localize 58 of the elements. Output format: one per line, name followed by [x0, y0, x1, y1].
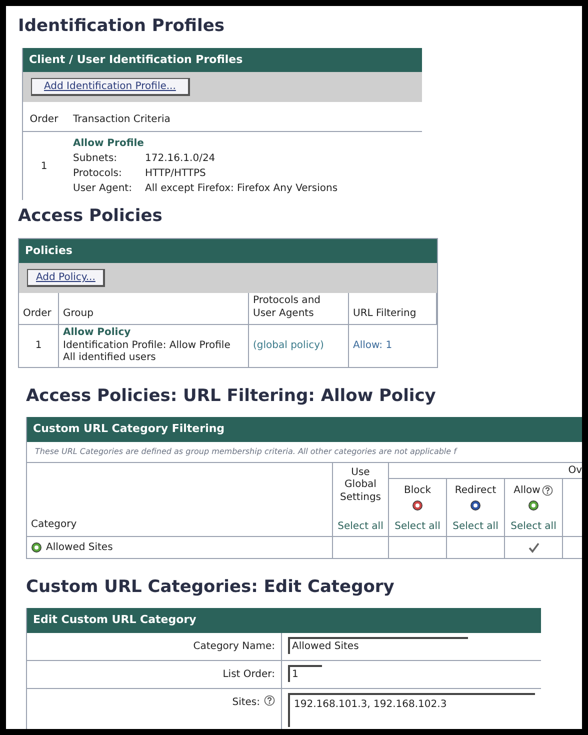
- select-all-link[interactable]: Select all: [338, 520, 384, 532]
- note-text: These URL Categories are defined as group membership criteria. All other categories are not applicable f: [27, 442, 582, 462]
- column-header: Transaction Criteria: [72, 113, 170, 127]
- order-cell: 1: [19, 325, 59, 366]
- table-cell[interactable]: [389, 536, 447, 558]
- column-group-header: Ov: [568, 464, 582, 478]
- panel-title: Policies: [19, 238, 437, 263]
- category-name: Allowed Sites: [46, 540, 113, 554]
- table-cell[interactable]: [447, 536, 505, 558]
- add-policy-button[interactable]: Add Policy...: [27, 269, 106, 287]
- column-header: Allow: [514, 484, 540, 498]
- criteria-label: Protocols:: [73, 167, 123, 181]
- list-order-field[interactable]: 1: [288, 664, 322, 682]
- criteria-label: Subnets:: [73, 152, 118, 166]
- field-label: Category Name:: [193, 640, 275, 654]
- protocols-link[interactable]: (global policy): [253, 338, 324, 354]
- section-heading: Identification Profiles: [18, 15, 226, 38]
- column-header: Order: [19, 293, 59, 325]
- panel-title: Custom URL Category Filtering: [27, 417, 582, 442]
- add-profile-button[interactable]: Add Identification Profile...: [31, 78, 190, 96]
- field-label: List Order:: [222, 668, 275, 682]
- section-heading: Custom URL Categories: Edit Category: [26, 576, 396, 598]
- column-header: Redirect: [454, 484, 496, 498]
- sites-textarea[interactable]: 192.168.101.3, 192.168.102.3: [288, 692, 535, 726]
- policy-detail: All identified users: [63, 352, 157, 364]
- policy-link[interactable]: Allow Policy: [63, 327, 244, 340]
- order-cell-text: 1: [40, 160, 48, 174]
- select-all-link[interactable]: Select all: [510, 520, 556, 532]
- table-cell[interactable]: [505, 536, 563, 558]
- column-header: Use Global Settings: [338, 466, 382, 504]
- criteria-value: 172.16.1.0/24: [145, 152, 216, 166]
- section-heading: Access Policies: [18, 205, 164, 228]
- block-icon: [412, 500, 423, 510]
- section-heading: Access Policies: URL Filtering: Allow Policy: [26, 384, 437, 408]
- criteria-label: User Agent:: [73, 182, 133, 196]
- criteria-value: All except Firefox: Firefox Any Versions: [145, 182, 338, 196]
- profile-link[interactable]: Allow Profile: [73, 136, 338, 151]
- check-icon: [528, 542, 540, 552]
- panel-title: Edit Custom URL Category: [27, 608, 541, 632]
- column-header: Category: [31, 518, 77, 532]
- help-icon[interactable]: [542, 484, 554, 496]
- column-header: Order: [28, 113, 60, 127]
- criteria-value: HTTP/HTTPS: [145, 167, 206, 181]
- redirect-icon: [470, 500, 481, 510]
- category-name-field[interactable]: Allowed Sites: [288, 636, 468, 654]
- allow-icon: [31, 542, 42, 552]
- column-header: Protocols and User Agents: [249, 293, 349, 325]
- column-header: Block: [404, 484, 432, 498]
- policy-detail: Identification Profile: Allow Profile: [63, 340, 232, 352]
- field-label: Sites:: [232, 696, 260, 710]
- help-icon[interactable]: [264, 694, 275, 706]
- column-header: Group: [59, 293, 249, 325]
- allow-icon: [528, 500, 539, 510]
- url-filtering-link[interactable]: Allow: 1: [353, 338, 392, 354]
- select-all-link[interactable]: Select all: [452, 520, 498, 532]
- panel-title: Client / User Identification Profiles: [23, 48, 422, 72]
- column-header: URL Filtering: [349, 293, 437, 325]
- select-all-link[interactable]: Select all: [394, 520, 440, 532]
